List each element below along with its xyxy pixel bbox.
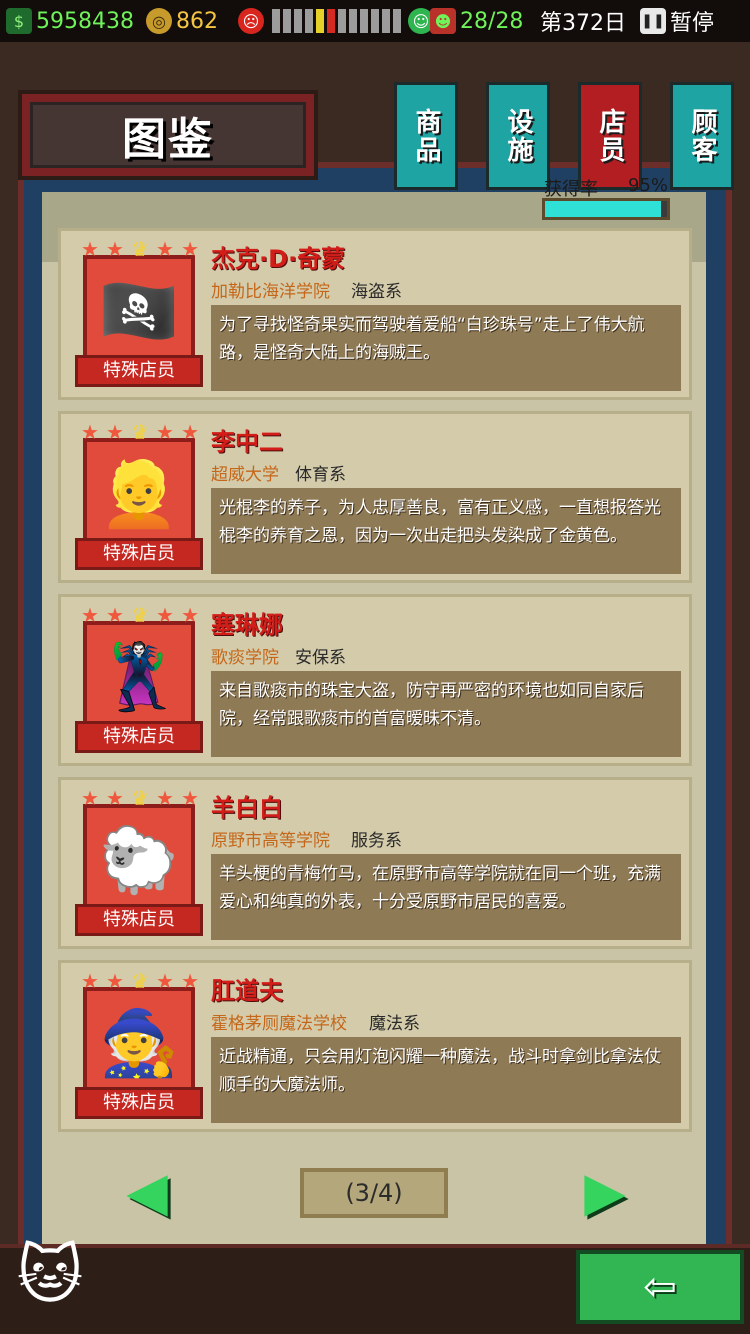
staff-description: 光棍李的养子，为人忠厚善良，富有正义感，一直想报答光棍李的养育之恩，因为一次出走… bbox=[211, 488, 681, 574]
coin-icon: ◎ bbox=[146, 8, 172, 34]
staff-school: 霍格茅厕魔法学校 bbox=[211, 1014, 347, 1034]
staff-card[interactable]: 🏴‍☠️ ★ ★ ♛ ★ ★ 特殊店员 杰克·D·奇蒙 加勒比海洋学院 海盗系 为了寻找… bbox=[58, 228, 692, 400]
tab-staff-label: 店员 bbox=[595, 108, 625, 164]
arrow-left-icon: ◀ bbox=[126, 1160, 168, 1223]
sheep-girl-portrait-icon: 🐑 bbox=[83, 804, 195, 916]
angry-face-icon: ☹ bbox=[238, 8, 264, 34]
staff-type-ribbon: 特殊店员 bbox=[75, 355, 203, 387]
staff-type-ribbon: 特殊店员 bbox=[75, 721, 203, 753]
staff-department: 魔法系 bbox=[369, 1014, 420, 1034]
acquisition-rate-bar bbox=[542, 198, 670, 220]
staff-type-ribbon: 特殊店员 bbox=[75, 904, 203, 936]
tab-facilities-label: 设施 bbox=[503, 108, 533, 164]
page-title: 图鉴 bbox=[122, 114, 214, 165]
page-indicator: (3/4) bbox=[300, 1168, 448, 1218]
mascot-character-icon: 🐱 bbox=[16, 1239, 84, 1313]
staff-name: 肛道夫 bbox=[211, 977, 283, 1005]
title-inner: 图鉴 bbox=[30, 102, 306, 168]
day-value: 第372日 bbox=[540, 11, 626, 36]
tab-facilities[interactable]: 设施 bbox=[486, 82, 550, 190]
staff-school: 歌痰学院 bbox=[211, 648, 279, 668]
staff-count: ☻ 28/28 bbox=[430, 8, 523, 34]
star-rating: ★ ★ ♛ ★ ★ bbox=[81, 603, 199, 627]
staff-type-ribbon: 特殊店员 bbox=[75, 538, 203, 570]
tab-products[interactable]: 商品 bbox=[394, 82, 458, 190]
pause-label: 暂停 bbox=[670, 11, 715, 36]
back-arrow-icon: ⇦ bbox=[643, 1264, 677, 1310]
staff-portrait: 🦹 ★ ★ ♛ ★ ★ 特殊店员 bbox=[75, 603, 203, 761]
staff-card[interactable]: 🧙 ★ ★ ♛ ★ ★ 特殊店员 肛道夫 霍格茅厕魔法学校 魔法系 近战精通，只会用灯泡… bbox=[58, 960, 692, 1132]
star-rating: ★ ★ ♛ ★ ★ bbox=[81, 786, 199, 810]
staff-portrait: 🐑 ★ ★ ♛ ★ ★ 特殊店员 bbox=[75, 786, 203, 944]
tab-products-label: 商品 bbox=[411, 108, 441, 164]
star-rating: ★ ★ ♛ ★ ★ bbox=[81, 420, 199, 444]
staff-department: 海盗系 bbox=[351, 282, 402, 302]
staff-name: 李中二 bbox=[211, 428, 283, 456]
back-button[interactable]: ⇦ bbox=[576, 1250, 744, 1324]
tab-customers-label: 顾客 bbox=[687, 108, 717, 164]
staff-portrait: 🧙 ★ ★ ♛ ★ ★ 特殊店员 bbox=[75, 969, 203, 1127]
acquisition-rate-fill bbox=[545, 201, 661, 217]
cash-icon: $ bbox=[6, 8, 32, 34]
star-rating: ★ ★ ♛ ★ ★ bbox=[81, 237, 199, 261]
staff-department: 体育系 bbox=[295, 465, 346, 485]
blond-hair-portrait-icon: 👱 bbox=[83, 438, 195, 550]
staff-card[interactable]: 🐑 ★ ★ ♛ ★ ★ 特殊店员 羊白白 原野市高等学院 服务系 羊头梗的青梅竹马，在原… bbox=[58, 777, 692, 949]
arrow-right-icon: ▶ bbox=[584, 1160, 626, 1223]
pause-button[interactable]: ❚❚ 暂停 bbox=[640, 5, 714, 37]
staff-card[interactable]: 🦹 ★ ★ ♛ ★ ★ 特殊店员 塞琳娜 歌痰学院 安保系 来自歌痰市的珠宝大盗，防守再… bbox=[58, 594, 692, 766]
staff-description: 近战精通，只会用灯泡闪耀一种魔法，战斗时拿剑比拿法仗顺手的大魔法师。 bbox=[211, 1037, 681, 1123]
staff-count-value: 28/28 bbox=[460, 8, 524, 34]
staff-description: 羊头梗的青梅竹马，在原野市高等学院就在同一个班，充满爱心和纯真的外表，十分受原野… bbox=[211, 854, 681, 940]
staff-school: 超威大学 bbox=[211, 465, 279, 485]
staff-school: 原野市高等学院 bbox=[211, 831, 330, 851]
masked-thief-portrait-icon: 🦹 bbox=[83, 621, 195, 733]
tab-customers[interactable]: 顾客 bbox=[670, 82, 734, 190]
staff-description: 为了寻找怪奇果实而驾驶着爱船“白珍珠号”走上了伟大航路，是怪奇大陆上的海贼王。 bbox=[211, 305, 681, 391]
staff-type-ribbon: 特殊店员 bbox=[75, 1087, 203, 1119]
star-rating: ★ ★ ♛ ★ ★ bbox=[81, 969, 199, 993]
pause-icon: ❚❚ bbox=[640, 8, 666, 34]
staff-card[interactable]: 👱 ★ ★ ♛ ★ ★ 特殊店员 李中二 超威大学 体育系 光棍李的养子，为人忠厚善良，… bbox=[58, 411, 692, 583]
staff-name: 羊白白 bbox=[211, 794, 283, 822]
next-page-button[interactable]: ▶ bbox=[576, 1162, 634, 1226]
coin-value: 862 bbox=[176, 8, 218, 34]
wizard-portrait-icon: 🧙 bbox=[83, 987, 195, 1099]
mood-meter: ☹ ☺ bbox=[238, 8, 438, 34]
money-display: $ 5958438 bbox=[6, 8, 134, 34]
coin-display: ◎ 862 bbox=[146, 8, 218, 34]
staff-portrait: 🏴‍☠️ ★ ★ ♛ ★ ★ 特殊店员 bbox=[75, 237, 203, 395]
mood-bar bbox=[272, 9, 404, 33]
top-status-bar: $ 5958438 ◎ 862 ☹ ☺ ☻ 28/28 第372日 ❚❚ 暂停 bbox=[0, 0, 750, 42]
staff-name: 杰克·D·奇蒙 bbox=[211, 245, 346, 273]
acquisition-rate-value: 95% bbox=[628, 175, 669, 196]
staff-name: 塞琳娜 bbox=[211, 611, 283, 639]
staff-portrait: 👱 ★ ★ ♛ ★ ★ 特殊店员 bbox=[75, 420, 203, 578]
staff-department: 安保系 bbox=[295, 648, 346, 668]
staff-school: 加勒比海洋学院 bbox=[211, 282, 330, 302]
day-counter: 第372日 bbox=[540, 5, 626, 37]
title-plate: 图鉴 bbox=[18, 90, 318, 180]
tab-staff[interactable]: 店员 bbox=[578, 82, 642, 190]
pirate-portrait-icon: 🏴‍☠️ bbox=[83, 255, 195, 367]
staff-department: 服务系 bbox=[351, 831, 402, 851]
staff-description: 来自歌痰市的珠宝大盗，防守再严密的环境也如同自家后院，经常跟歌痰市的首富暧昧不清… bbox=[211, 671, 681, 757]
staff-avatar-icon: ☻ bbox=[430, 8, 456, 34]
money-value: 5958438 bbox=[36, 8, 134, 34]
previous-page-button[interactable]: ◀ bbox=[118, 1162, 176, 1226]
